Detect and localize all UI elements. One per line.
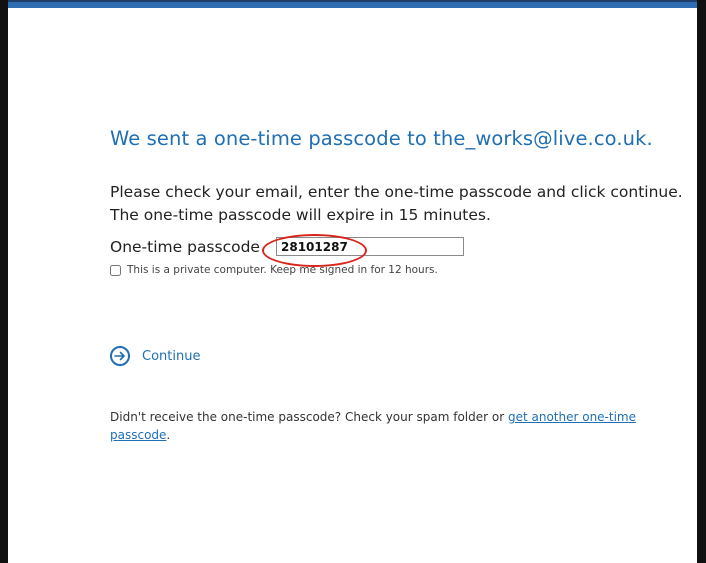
resend-help-prefix: Didn't receive the one-time passcode? Ch… — [110, 410, 508, 424]
keep-signed-in-checkbox[interactable] — [110, 264, 121, 276]
instructions-text: Please check your email, enter the one-t… — [110, 181, 700, 227]
browser-window: We sent a one-time passcode to the_works… — [0, 0, 706, 563]
instructions-line-2: The one-time passcode will expire in 15 … — [110, 206, 491, 224]
keep-signed-in-row: This is a private computer. Keep me sign… — [110, 264, 438, 276]
passcode-row: One-time passcode — [110, 236, 464, 258]
passcode-input[interactable] — [276, 237, 464, 256]
passcode-label: One-time passcode — [110, 238, 260, 256]
continue-button[interactable]: Continue — [110, 346, 200, 366]
page-heading: We sent a one-time passcode to the_works… — [110, 127, 653, 150]
arrow-right-circle-icon — [110, 346, 130, 366]
keep-signed-in-label: This is a private computer. Keep me sign… — [127, 264, 438, 276]
arrow-right-glyph — [114, 351, 125, 361]
continue-label: Continue — [142, 348, 201, 364]
window-left-border — [0, 0, 8, 563]
resend-help-text: Didn't receive the one-time passcode? Ch… — [110, 408, 670, 444]
instructions-line-1: Please check your email, enter the one-t… — [110, 183, 683, 201]
window-top-edge — [8, 0, 706, 2]
window-right-border — [697, 0, 706, 563]
resend-help-suffix: . — [166, 428, 171, 442]
